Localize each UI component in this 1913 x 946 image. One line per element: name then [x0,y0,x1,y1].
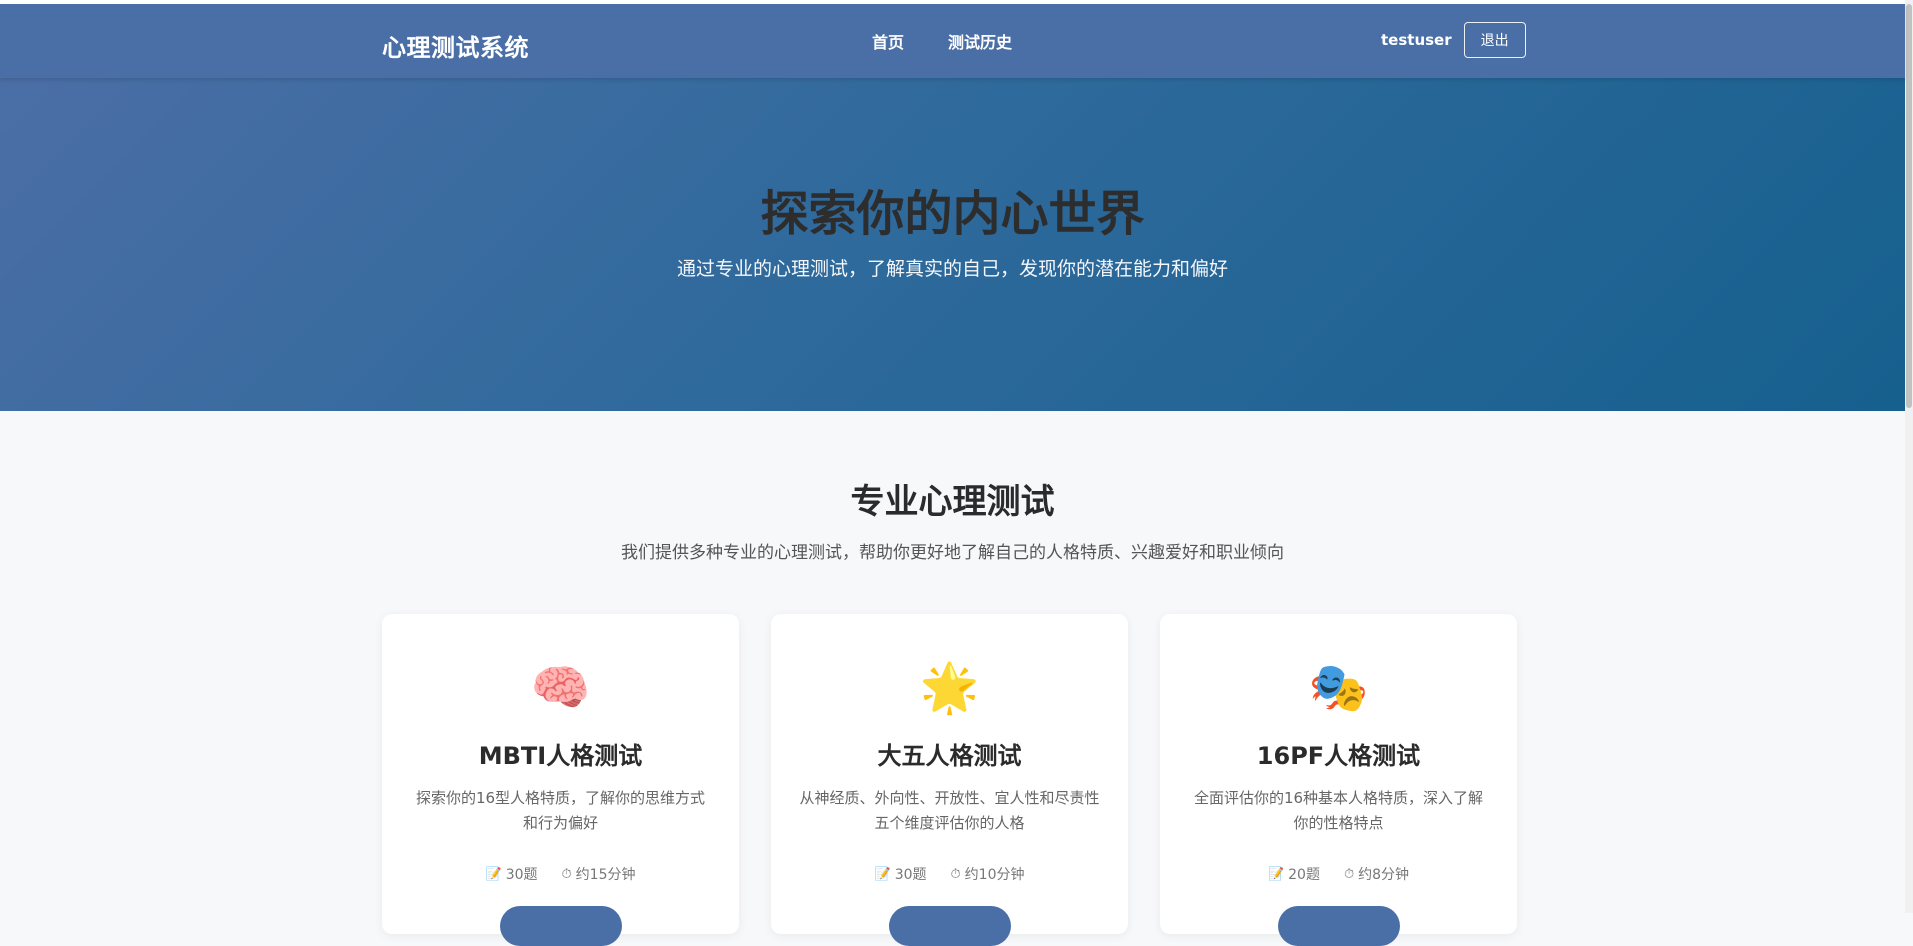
brand-logo[interactable]: 心理测试系统 [382,28,529,63]
hero-subtitle: 通过专业的心理测试，了解真实的自己，发现你的潜在能力和偏好 [676,258,1228,280]
user-area: testuser 退出 [1381,21,1526,59]
brain-icon: 🧠 [530,660,591,716]
theater-masks-icon: 🎭 [1308,660,1369,716]
question-count: 📝 30题 [875,864,927,884]
card-description: 从神经质、外向性、开放性、宜人性和尽责性五个维度评估你的人格 [799,789,1100,832]
nav-links: 首页 测试历史 [872,4,1012,78]
card-title: 大五人格测试 [877,742,1022,770]
stopwatch-icon: ⏱ [561,866,572,882]
card-meta: 📝 20题 ⏱ 约8分钟 [1160,864,1517,884]
test-card-list: 🧠 MBTI人格测试 探索你的16型人格特质，了解你的思维方式和行为偏好 📝 3… [382,614,1517,946]
question-count-text: 30题 [505,867,538,883]
section-title: 专业心理测试 [850,482,1055,522]
card-description: 全面评估你的16种基本人格特质，深入了解你的性格特点 [1193,789,1484,832]
card-title: 16PF人格测试 [1256,742,1421,770]
card-meta: 📝 30题 ⏱ 约15分钟 [382,864,739,884]
duration-text: 约10分钟 [964,867,1025,883]
test-card-mbti[interactable]: 🧠 MBTI人格测试 探索你的16型人格特质，了解你的思维方式和行为偏好 📝 3… [382,614,739,946]
memo-icon: 📝 [874,866,891,882]
duration: ⏱ 约8分钟 [1344,864,1409,884]
card-meta: 📝 30题 ⏱ 约10分钟 [771,864,1128,884]
question-count: 📝 20题 [1268,864,1320,884]
page-scrollbar-thumb[interactable] [1906,4,1912,408]
star-icon: 🌟 [919,660,980,716]
duration: ⏱ 约10分钟 [951,864,1025,884]
stopwatch-icon: ⏱ [950,866,961,882]
hero-title: 探索你的内心世界 [760,186,1145,242]
card-description: 探索你的16型人格特质，了解你的思维方式和行为偏好 [415,789,706,832]
duration-text: 约15分钟 [575,867,636,883]
test-card-16pf[interactable]: 🎭 16PF人格测试 全面评估你的16种基本人格特质，深入了解你的性格特点 📝 … [1160,614,1517,946]
memo-icon: 📝 [1267,866,1285,882]
start-test-button[interactable] [1278,906,1400,946]
question-count-text: 30题 [894,867,927,883]
memo-icon: 📝 [485,866,502,882]
start-test-button[interactable] [889,906,1011,946]
question-count-text: 20题 [1288,867,1320,883]
hero-banner: 探索你的内心世界 通过专业的心理测试，了解真实的自己，发现你的潜在能力和偏好 [0,78,1905,411]
username: testuser [1381,31,1452,49]
duration-text: 约8分钟 [1358,867,1410,883]
question-count: 📝 30题 [486,864,538,884]
card-title: MBTI人格测试 [478,742,643,770]
stopwatch-icon: ⏱ [1343,866,1355,882]
nav-link-home[interactable]: 首页 [872,29,904,53]
section-subtitle: 我们提供多种专业的心理测试，帮助你更好地了解自己的人格特质、兴趣爱好和职业倾向 [621,543,1284,563]
start-test-button[interactable] [500,906,622,946]
duration: ⏱ 约15分钟 [562,864,636,884]
test-card-big-five[interactable]: 🌟 大五人格测试 从神经质、外向性、开放性、宜人性和尽责性五个维度评估你的人格 … [771,614,1128,946]
nav-link-history[interactable]: 测试历史 [948,29,1012,53]
navbar: 心理测试系统 首页 测试历史 testuser 退出 [0,4,1905,78]
logout-button[interactable]: 退出 [1463,22,1526,58]
